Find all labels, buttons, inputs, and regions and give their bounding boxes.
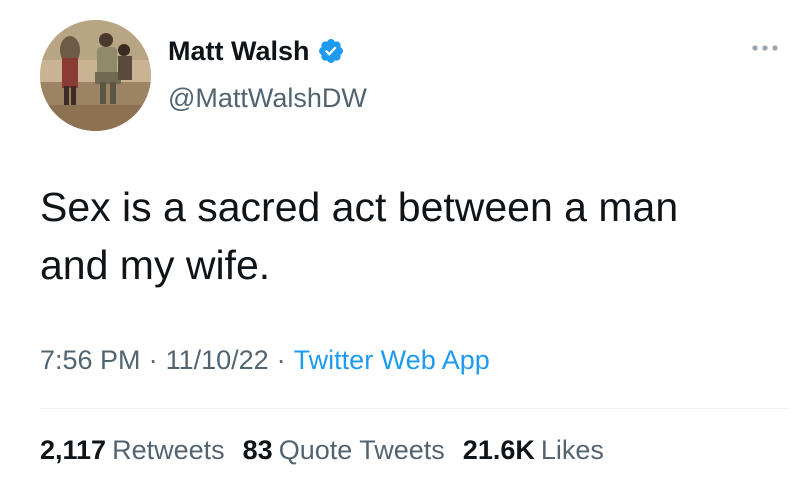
retweets-stat[interactable]: 2,117 Retweets	[40, 434, 225, 466]
divider	[40, 408, 789, 409]
tweet-stats: 2,117 Retweets 83 Quote Tweets 21.6K Likes	[40, 434, 622, 466]
quote-tweets-stat[interactable]: 83 Quote Tweets	[243, 434, 445, 466]
avatar[interactable]	[40, 20, 151, 131]
author-handle[interactable]: @MattWalshDW	[168, 82, 367, 114]
more-options-icon[interactable]	[748, 38, 782, 58]
meta-separator: ·	[276, 345, 286, 375]
quote-tweets-label: Quote Tweets	[278, 435, 445, 465]
tweet-time[interactable]: 7:56 PM	[40, 345, 141, 375]
quote-tweets-count: 83	[242, 435, 273, 465]
likes-count: 21.6K	[462, 435, 535, 465]
tweet-source-link[interactable]: Twitter Web App	[294, 345, 490, 375]
tweet-meta: 7:56 PM · 11/10/22 · Twitter Web App	[40, 344, 490, 376]
likes-label: Likes	[540, 435, 604, 465]
tweet-text: Sex is a sacred act between a man and my…	[40, 184, 679, 288]
profile-photo	[40, 20, 151, 131]
retweets-count: 2,117	[40, 435, 107, 465]
tweet-card: Matt Walsh @MattWalshDW Sex is a sacred …	[0, 0, 803, 481]
author-name-row[interactable]: Matt Walsh	[168, 35, 345, 67]
retweets-label: Retweets	[112, 435, 225, 465]
tweet-date[interactable]: 11/10/22	[166, 345, 269, 375]
likes-stat[interactable]: 21.6K Likes	[463, 434, 604, 466]
author-display-name[interactable]: Matt Walsh	[168, 35, 310, 67]
meta-separator: ·	[148, 345, 158, 375]
verified-badge-icon	[317, 37, 345, 65]
